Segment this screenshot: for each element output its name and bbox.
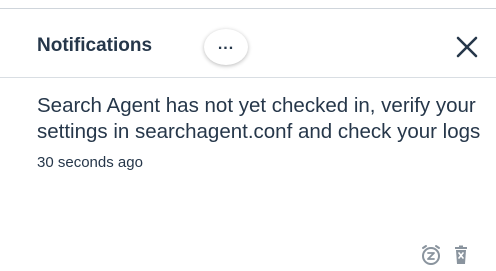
close-icon [456, 36, 478, 58]
notification-timestamp: 30 seconds ago [37, 154, 143, 171]
close-button[interactable] [454, 34, 480, 60]
more-options-label: ... [217, 36, 235, 53]
snooze-button[interactable] [420, 244, 442, 266]
trash-icon [455, 245, 467, 264]
panel-header: Notifications ... [0, 9, 496, 78]
delete-button[interactable] [450, 244, 472, 266]
notifications-panel: Notifications ... Search Agent has not y… [0, 9, 496, 265]
more-options-button[interactable]: ... [204, 29, 248, 65]
snooze-alarm-icon [422, 245, 440, 265]
notification-actions [420, 244, 472, 266]
notification-message: Search Agent has not yet checked in, ver… [37, 94, 481, 143]
notification-item: Search Agent has not yet checked in, ver… [37, 93, 487, 173]
panel-title: Notifications [37, 35, 153, 56]
